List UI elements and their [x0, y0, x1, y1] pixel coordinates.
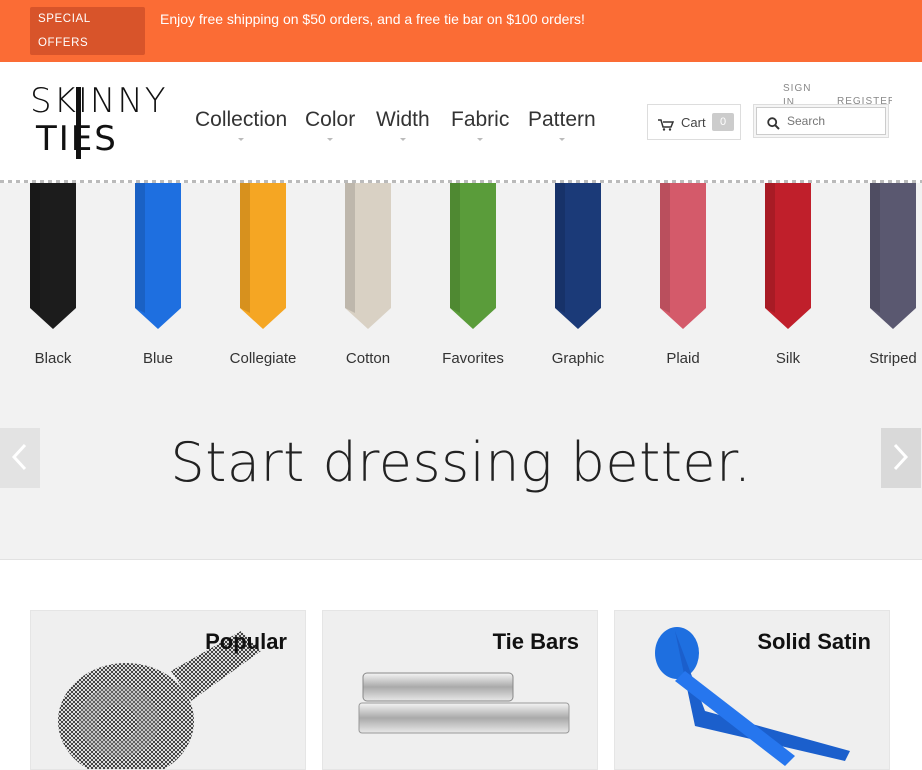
chevron-right-icon: [892, 442, 910, 480]
nav-fabric-label: Fabric: [451, 108, 510, 131]
tie-category-blue[interactable]: Blue: [106, 183, 210, 383]
nav-color-label: Color: [305, 108, 356, 131]
tie-category-label: Favorites: [442, 350, 504, 367]
necktie-icon: [660, 183, 706, 329]
card-tie-bars-title: Tie Bars: [492, 629, 579, 654]
tie-category-striped[interactable]: Striped: [841, 183, 922, 383]
card-solid-satin-title: Solid Satin: [757, 629, 871, 654]
nav-collection[interactable]: Collection: [195, 108, 288, 141]
tie-category-label: Black: [34, 350, 72, 367]
search-input[interactable]: [787, 112, 881, 130]
logo[interactable]: SKINNY TIES: [30, 84, 166, 164]
search-box: [753, 104, 889, 138]
necktie-icon: [240, 183, 286, 329]
tie-category-plaid[interactable]: Plaid: [631, 183, 735, 383]
nav-width[interactable]: Width: [376, 108, 430, 141]
tie-category-label: Striped: [869, 350, 917, 367]
hero-headline: Start dressing better.: [170, 431, 752, 494]
necktie-icon: [345, 183, 391, 329]
promo-message: Enjoy free shipping on $50 orders, and a…: [160, 11, 585, 27]
necktie-icon: [135, 183, 181, 329]
chevron-down-icon: [558, 138, 565, 142]
special-offers-label-line1: SPECIAL: [38, 13, 91, 25]
tie-category-label: Graphic: [551, 350, 605, 367]
cart-icon: [658, 116, 675, 135]
tie-category-collegiate[interactable]: Collegiate: [211, 183, 315, 383]
necktie-icon: [870, 183, 916, 329]
tie-category-black[interactable]: Black: [1, 183, 105, 383]
chevron-down-icon: [238, 138, 245, 142]
cart-count-badge: 0: [712, 113, 734, 131]
cart-label: Cart: [681, 115, 706, 130]
tie-category-label: Collegiate: [229, 350, 297, 367]
search-icon[interactable]: [767, 115, 780, 134]
special-offers-label-line2: OFFERS: [38, 37, 89, 49]
card-solid-satin[interactable]: Solid Satin: [614, 610, 890, 770]
necktie-icon: [30, 183, 76, 329]
nav-pattern[interactable]: Pattern: [528, 108, 596, 141]
card-popular-title: Popular: [205, 629, 287, 654]
tie-category-label: Cotton: [345, 350, 391, 367]
card-popular[interactable]: Popular: [30, 610, 306, 770]
chevron-down-icon: [477, 138, 484, 142]
tie-category-silk[interactable]: Silk: [736, 183, 840, 383]
nav-collection-label: Collection: [195, 108, 288, 131]
special-offers-button[interactable]: SPECIAL OFFERS: [30, 7, 145, 55]
tie-category-label: Silk: [775, 350, 801, 367]
nav-fabric[interactable]: Fabric: [451, 108, 510, 141]
search-field: [756, 107, 886, 135]
chevron-down-icon: [399, 138, 406, 142]
necktie-icon: [555, 183, 601, 329]
tie-category-label: Plaid: [666, 350, 700, 367]
tie-category-favorites[interactable]: Favorites: [421, 183, 525, 383]
chevron-down-icon: [327, 138, 334, 142]
hero-carousel: Black Blue Collegiate Cotton Favorites Graphi…: [0, 183, 922, 560]
site-header: SKINNY TIES Collection Color Width Fabri…: [0, 62, 922, 180]
tie-category-graphic[interactable]: Graphic: [526, 183, 630, 383]
chevron-left-icon: [10, 442, 28, 480]
nav-width-label: Width: [376, 108, 430, 131]
sign-in-link[interactable]: SIGN IN: [783, 82, 823, 104]
carousel-prev-button[interactable]: [0, 428, 40, 488]
cart-button[interactable]: Cart 0: [647, 104, 741, 140]
necktie-icon: [765, 183, 811, 329]
logo-line1: SKINNY: [30, 81, 168, 121]
nav-color[interactable]: Color: [305, 108, 356, 141]
carousel-next-button[interactable]: [881, 428, 921, 488]
tie-category-label: Blue: [142, 350, 174, 367]
promo-bar: SPECIAL OFFERS Enjoy free shipping on $5…: [0, 0, 922, 62]
necktie-icon: [450, 183, 496, 329]
card-tie-bars[interactable]: Tie Bars: [322, 610, 598, 770]
nav-pattern-label: Pattern: [528, 108, 596, 131]
logo-tie-icon: [76, 87, 81, 159]
tie-category-cotton[interactable]: Cotton: [316, 183, 420, 383]
